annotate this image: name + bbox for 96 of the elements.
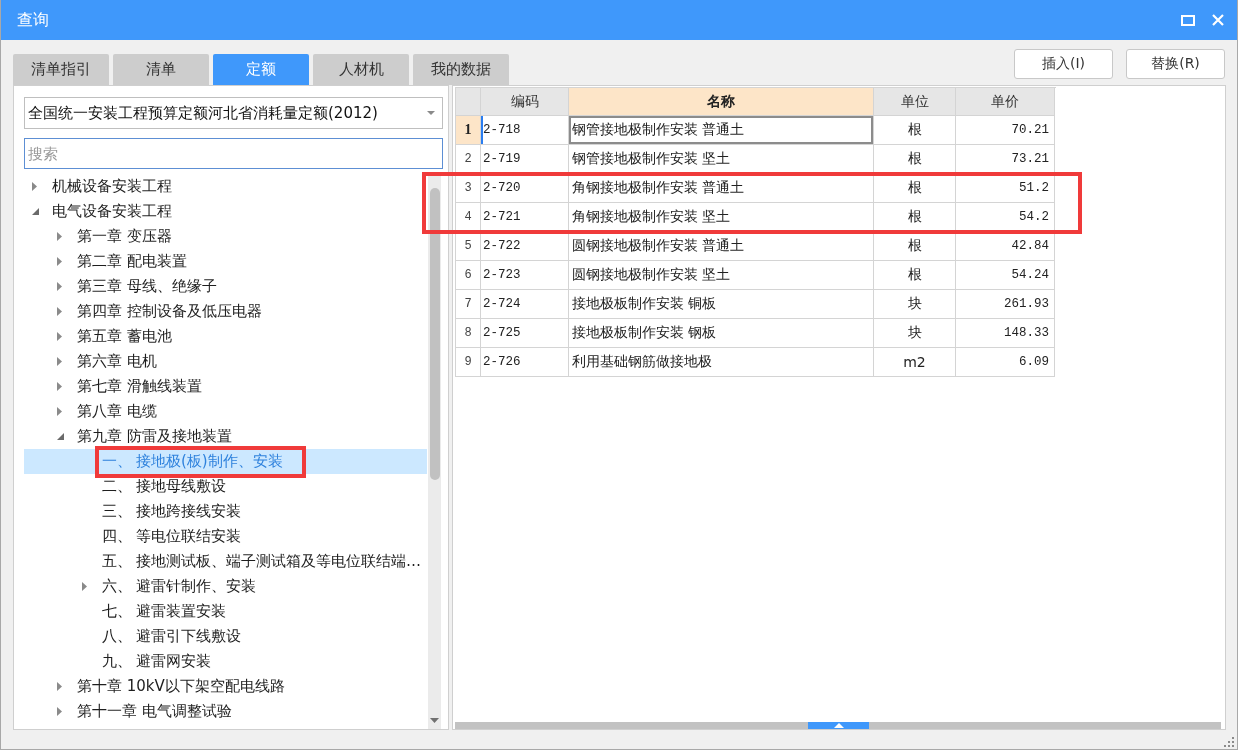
row-number: 8 (456, 319, 481, 348)
tree-item[interactable]: 第十章 10kV以下架空配电线路 (24, 674, 427, 699)
table-cell: 2-723 (481, 261, 569, 290)
table-cell: m2 (874, 348, 956, 377)
column-header[interactable]: 编码 (481, 88, 569, 116)
tree-item[interactable]: 二、 接地母线敷设 (24, 474, 427, 499)
caret-icon[interactable] (32, 208, 39, 215)
tree-item[interactable]: 第九章 防雷及接地装置 (24, 424, 427, 449)
tree-item[interactable]: 第四章 控制设备及低压电器 (24, 299, 427, 324)
table-cell: 42.84 (956, 232, 1055, 261)
tab[interactable]: 清单 (113, 54, 209, 85)
table-cell: 钢管接地极制作安装 坚土 (569, 145, 874, 174)
caret-icon[interactable] (57, 382, 62, 391)
tree-item[interactable]: 五、 接地测试板、端子测试箱及等电位联结端… (24, 549, 427, 574)
tree-item[interactable]: 第十一章 电气调整试验 (24, 699, 427, 724)
table-cell: 根 (874, 261, 956, 290)
caret-icon[interactable] (57, 282, 62, 291)
scrollbar-thumb[interactable] (429, 188, 440, 480)
table-cell: 根 (874, 174, 956, 203)
table-cell: 钢管接地极制作安装 普通土 (569, 116, 874, 145)
tree-item[interactable]: 九、 避雷网安装 (24, 649, 427, 674)
table-cell: 根 (874, 232, 956, 261)
tree-item[interactable]: 第六章 电机 (24, 349, 427, 374)
table-cell: 圆钢接地极制作安装 普通土 (569, 232, 874, 261)
row-number: 1 (456, 116, 481, 145)
column-header[interactable]: 单位 (874, 88, 956, 116)
caret-icon[interactable] (57, 307, 62, 316)
tree-item[interactable]: 第一章 变压器 (24, 224, 427, 249)
row-number: 3 (456, 174, 481, 203)
table-cell: 2-726 (481, 348, 569, 377)
window-title: 查询 (17, 9, 49, 31)
caret-icon[interactable] (57, 257, 62, 266)
row-number: 7 (456, 290, 481, 319)
tree-item[interactable]: 机械设备安装工程 (24, 174, 427, 199)
caret-icon[interactable] (57, 433, 64, 440)
tree-item[interactable]: 第八章 电缆 (24, 399, 427, 424)
dropdown-caret-icon (427, 111, 435, 115)
table-cell: 2-721 (481, 203, 569, 232)
tab[interactable]: 我的数据 (413, 54, 509, 85)
table-cell: 块 (874, 319, 956, 348)
table-cell: 70.21 (956, 116, 1055, 145)
scrollbar[interactable] (428, 174, 441, 729)
scroll-down-icon[interactable] (430, 718, 439, 723)
row-number: 5 (456, 232, 481, 261)
column-header[interactable]: 单价 (956, 88, 1055, 116)
tree-item[interactable]: 四、 等电位联结安装 (24, 524, 427, 549)
caret-icon[interactable] (57, 682, 62, 691)
caret-icon[interactable] (57, 332, 62, 341)
table-cell: 2-724 (481, 290, 569, 319)
table-cell: 2-720 (481, 174, 569, 203)
table-cell: 261.93 (956, 290, 1055, 319)
row-number: 6 (456, 261, 481, 290)
table-cell: 圆钢接地极制作安装 坚土 (569, 261, 874, 290)
tree-item[interactable]: 六、 避雷针制作、安装 (24, 574, 427, 599)
table-cell: 54.24 (956, 261, 1055, 290)
caret-icon[interactable] (57, 357, 62, 366)
tree-item[interactable]: 第七章 滑触线装置 (24, 374, 427, 399)
tab[interactable]: 人材机 (313, 54, 409, 85)
scrollbar[interactable] (455, 722, 1221, 729)
table-cell: 2-719 (481, 145, 569, 174)
caret-icon[interactable] (82, 582, 87, 591)
table-cell: 角钢接地极制作安装 坚土 (569, 203, 874, 232)
table-cell: 根 (874, 116, 956, 145)
action-button[interactable]: 替换(R) (1126, 49, 1225, 79)
library-dropdown[interactable]: 全国统一安装工程预算定额河北省消耗量定额(2012) (24, 97, 443, 129)
column-header[interactable]: 名称 (569, 88, 874, 116)
tree-item[interactable]: 七、 避雷装置安装 (24, 599, 427, 624)
table-cell: 51.2 (956, 174, 1055, 203)
resize-grip-icon[interactable] (1224, 737, 1234, 747)
table-cell: 角钢接地极制作安装 普通土 (569, 174, 874, 203)
maximize-icon[interactable] (1181, 14, 1195, 26)
tree-item[interactable]: 三、 接地跨接线安装 (24, 499, 427, 524)
table-cell: 148.33 (956, 319, 1055, 348)
caret-icon[interactable] (57, 407, 62, 416)
table-cell: 2-722 (481, 232, 569, 261)
table-cell: 接地极板制作安装 铜板 (569, 290, 874, 319)
tree-item[interactable]: 第二章 配电装置 (24, 249, 427, 274)
tree-item[interactable]: 第三章 母线、绝缘子 (24, 274, 427, 299)
table-cell: 2-725 (481, 319, 569, 348)
caret-icon[interactable] (57, 707, 62, 716)
tree-item[interactable]: 电气设备安装工程 (24, 199, 427, 224)
tab[interactable]: 清单指引 (13, 54, 109, 85)
splitter-handle[interactable] (808, 722, 869, 729)
action-button[interactable]: 插入(I) (1014, 49, 1113, 79)
table-cell: 利用基础钢筋做接地极 (569, 348, 874, 377)
tree-item[interactable]: 第五章 蓄电池 (24, 324, 427, 349)
caret-icon[interactable] (57, 232, 62, 241)
caret-icon[interactable] (32, 182, 37, 191)
row-number: 9 (456, 348, 481, 377)
table-cell: 2-718 (481, 116, 569, 145)
table-cell: 接地极板制作安装 钢板 (569, 319, 874, 348)
table-cell: 6.09 (956, 348, 1055, 377)
close-icon[interactable] (1212, 14, 1224, 26)
table-cell: 块 (874, 290, 956, 319)
search-field[interactable]: 搜索 (24, 138, 443, 169)
tree-item[interactable]: 八、 避雷引下线敷设 (24, 624, 427, 649)
